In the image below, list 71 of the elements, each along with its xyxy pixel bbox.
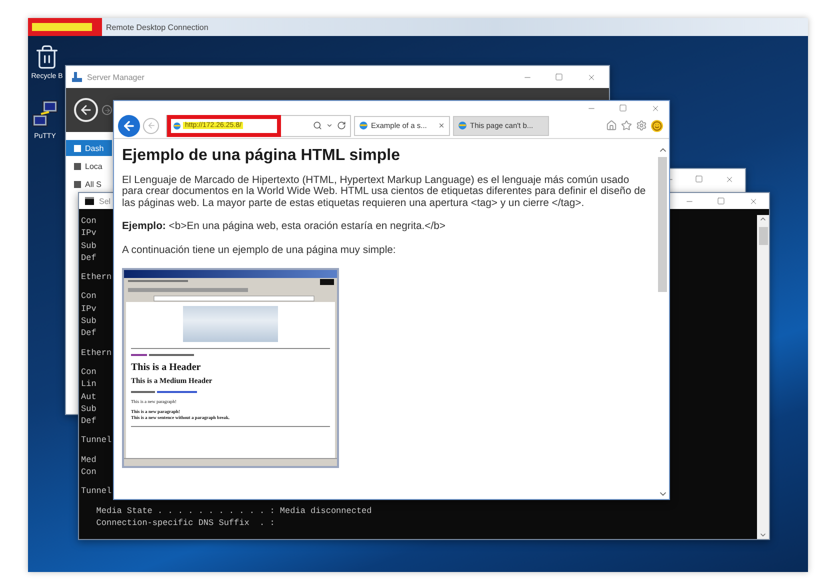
home-icon[interactable] [606, 120, 617, 131]
console-line: Ethern [81, 271, 112, 284]
console-line: Con [81, 366, 96, 378]
console-line: Def [81, 415, 96, 428]
close-icon[interactable] [724, 174, 734, 184]
window-title: Server Manager [87, 72, 144, 82]
refresh-icon[interactable] [337, 121, 346, 130]
arrow-icon [146, 121, 156, 130]
page-heading: Ejemplo de una página HTML simple [122, 147, 400, 165]
console-line: Connection-specific DNS Suffix . : [95, 516, 275, 530]
paragraph: Ejemplo: <b>En una página web, esta oración estaría en negrita.</b> [122, 221, 446, 233]
scroll-up-icon[interactable] [759, 215, 767, 223]
browser-logo-icon [359, 121, 368, 130]
console-line: Med [81, 454, 96, 466]
console-line: Con [81, 466, 96, 478]
console-line: IPv [81, 302, 96, 316]
illegible-text [131, 390, 197, 394]
console-line: Ethern [81, 346, 112, 359]
console-line: Def [81, 327, 96, 340]
scroll-down-icon[interactable] [759, 531, 767, 539]
back-button[interactable] [74, 98, 98, 122]
server-manager-icon [72, 72, 82, 82]
browser-logo-icon [173, 122, 181, 130]
star-icon[interactable] [621, 120, 632, 131]
console-line: IPv [81, 227, 96, 240]
nav-icon [74, 144, 81, 152]
console-line: Tunnel [81, 485, 112, 498]
close-tab-icon[interactable] [438, 122, 445, 129]
console-line: Sub [81, 402, 96, 416]
close-icon[interactable] [586, 72, 596, 82]
smiley-icon[interactable] [652, 120, 662, 130]
sidebar-item[interactable]: All S [66, 176, 112, 192]
console-line: Aut [81, 390, 96, 403]
back-button[interactable] [118, 114, 140, 136]
maximize-icon[interactable] [619, 104, 627, 112]
forward-button[interactable] [102, 105, 112, 115]
close-icon[interactable] [650, 104, 660, 112]
command-prompt-icon [85, 197, 94, 205]
console-line: Con [81, 290, 96, 303]
sidebar-item[interactable]: Loca [66, 158, 112, 174]
maximize-icon[interactable] [717, 197, 725, 205]
console-line: Def [81, 252, 96, 264]
scroll-thumb[interactable] [658, 157, 667, 292]
console-line: Sub [81, 240, 96, 252]
dropdown-caret-icon[interactable] [326, 122, 333, 129]
sidebar-item[interactable]: Dash [66, 140, 112, 156]
window-title: Sel [99, 196, 111, 206]
console-line: Media State . . . . . . . . . . . : Media disconnected [95, 504, 372, 517]
console-line: Con [81, 215, 96, 228]
console-line: Lin [81, 378, 96, 391]
forward-arrow-icon [104, 106, 110, 114]
nav-icon [74, 162, 81, 170]
scrollbar[interactable] [757, 215, 769, 539]
recycle-bin-icon[interactable] [34, 44, 60, 70]
search-icon[interactable] [313, 121, 322, 130]
close-icon[interactable] [748, 196, 758, 206]
scrollbar[interactable] [656, 139, 669, 499]
paragraph: A continuación tiene un ejemplo de una página muy simple: [122, 244, 397, 256]
paragraph: El Lenguaje de Marcado de Hipertexto (HTML, Hypertext Markup Language) es el lenguaje más común usado para crear documentos en la World Wide Web. HTML usa cientos de etiquetas diferentes para definir el diseño de las páginas web. La mayor parte de estas etiquetas requieren una apertura <tag> y un cierre </tag>. [122, 175, 646, 210]
illegible-text [131, 353, 194, 358]
maximize-icon[interactable] [695, 175, 703, 183]
browser-logo-icon [458, 121, 467, 130]
highlighted-text-mark [32, 23, 92, 31]
settings-icon[interactable] [636, 120, 647, 131]
console-line: Sub [81, 315, 96, 328]
maximize-icon[interactable] [555, 73, 563, 81]
console-line: Tunnel [81, 434, 112, 447]
sample-header: This is a Header [131, 362, 201, 374]
scroll-thumb[interactable] [758, 227, 768, 245]
window-title: Remote Desktop Connection [106, 22, 208, 32]
nav-icon [74, 180, 81, 188]
